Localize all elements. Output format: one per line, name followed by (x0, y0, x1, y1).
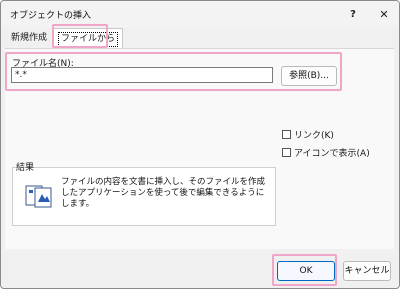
help-button[interactable]: ? (342, 4, 364, 24)
result-description: ファイルの内容を文書に挿入し、そのファイルを作成したアプリケーションを使って後で… (61, 177, 266, 209)
browse-button[interactable]: 参照(B)... (281, 66, 337, 86)
tab-create-new[interactable]: 新規作成 (7, 30, 51, 47)
link-checkbox-box[interactable] (282, 130, 291, 139)
tab-from-file-label: ファイルから (58, 32, 119, 47)
title-bar: オブジェクトの挿入 ? ✕ (1, 1, 399, 27)
tab-from-file[interactable]: ファイルから (53, 28, 124, 49)
ok-button[interactable]: OK (277, 261, 335, 281)
dialog-title: オブジェクトの挿入 (10, 11, 92, 21)
show-as-icon-checkbox-box[interactable] (282, 148, 291, 157)
close-button[interactable]: ✕ (373, 4, 395, 24)
show-as-icon-label: アイコンで表示(A) (294, 149, 370, 159)
result-group-label: 結果 (16, 163, 35, 173)
insert-object-dialog: オブジェクトの挿入 ? ✕ 新規作成 ファイルから ファイル名(N): *.* … (0, 0, 400, 289)
document-icon (25, 185, 52, 208)
tab-strip: 新規作成 ファイルから (1, 27, 399, 49)
cancel-button[interactable]: キャンセル (343, 261, 391, 281)
link-checkbox[interactable]: リンク(K) (282, 128, 334, 141)
file-name-input[interactable]: *.* (11, 67, 273, 83)
show-as-icon-checkbox[interactable]: アイコンで表示(A) (282, 146, 370, 159)
link-checkbox-label: リンク(K) (294, 131, 334, 141)
